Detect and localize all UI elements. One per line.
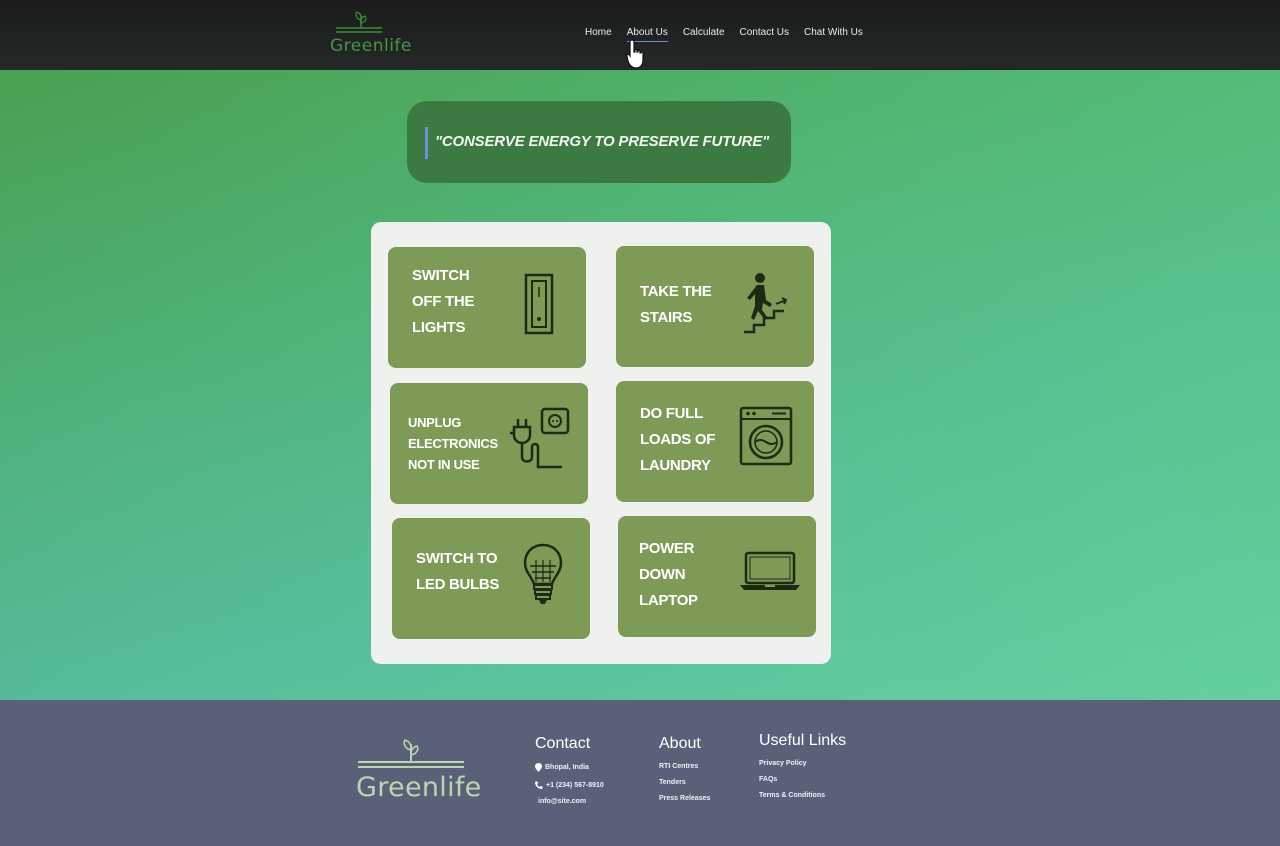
footer-useful-links-column: Useful Links Privacy Policy FAQs Terms &… (759, 732, 846, 808)
tip-card-take-stairs[interactable]: TAKE THE STAIRS (616, 246, 814, 367)
hero-section: "CONSERVE ENERGY TO PRESERVE FUTURE" SWI… (0, 70, 1280, 720)
quote-accent-bar (425, 127, 428, 159)
footer-link-rti-centres[interactable]: RTI Centres (659, 763, 710, 770)
energy-tips-panel: SWITCH OFF THE LIGHTS TAKE THE STAIRS UN… (371, 222, 831, 664)
nav-calculate[interactable]: Calculate (683, 27, 725, 42)
contact-email-text: info@site.com (538, 798, 587, 805)
footer-contact-heading: Contact (535, 735, 591, 752)
footer-link-privacy-policy[interactable]: Privacy Policy (759, 760, 846, 767)
map-pin-icon (535, 763, 542, 772)
tip-label: UNPLUG ELECTRONICS NOT IN USE (408, 415, 498, 472)
tip-label: SWITCH TO LED BULBS (416, 550, 500, 593)
tip-card-switch-off-lights[interactable]: SWITCH OFF THE LIGHTS (388, 247, 586, 368)
contact-location-text: Bhopal, India (545, 764, 589, 771)
footer-link-faqs[interactable]: FAQs (759, 776, 846, 783)
footer-contact-column: Contact Bhopal, India +1 (234) 567-8910 … (535, 735, 604, 814)
stairs-icon (744, 273, 788, 334)
contact-phone-text: +1 (234) 567-8910 (546, 781, 604, 789)
footer: Greenlife Contact Bhopal, India +1 (234)… (0, 700, 1280, 846)
tip-card-power-down-laptop[interactable]: POWER DOWN LAPTOP (618, 516, 816, 637)
tip-card-led-bulbs[interactable]: SWITCH TO LED BULBS (392, 518, 590, 639)
footer-logo[interactable]: Greenlife (356, 736, 481, 806)
tip-label: SWITCH OFF THE LIGHTS (412, 267, 475, 336)
contact-location: Bhopal, India (535, 763, 604, 772)
footer-logo-text: Greenlife (356, 772, 482, 803)
plant-logo-icon (336, 11, 382, 33)
quote-text: "CONSERVE ENERGY TO PRESERVE FUTURE" (435, 133, 770, 150)
footer-link-tenders[interactable]: Tenders (659, 779, 710, 786)
quote-banner: "CONSERVE ENERGY TO PRESERVE FUTURE" (407, 101, 791, 183)
footer-useful-links-heading: Useful Links (759, 732, 847, 749)
footer-about-column: About RTI Centres Tenders Press Releases (659, 735, 710, 811)
tip-card-full-laundry[interactable]: DO FULL LOADS OF LAUNDRY (616, 381, 814, 502)
nav-chat-with-us[interactable]: Chat With Us (804, 27, 863, 42)
contact-phone[interactable]: +1 (234) 567-8910 (535, 781, 604, 789)
nav-home[interactable]: Home (585, 27, 612, 42)
tip-card-unplug-electronics[interactable]: UNPLUG ELECTRONICS NOT IN USE (390, 383, 588, 504)
header-logo[interactable]: Greenlife (326, 8, 411, 58)
tip-label: TAKE THE STAIRS (640, 283, 712, 326)
tip-label: POWER DOWN LAPTOP (639, 540, 698, 609)
nav-contact-us[interactable]: Contact Us (740, 27, 789, 42)
tip-label: DO FULL LOADS OF LAUNDRY (640, 405, 716, 474)
led-bulb-icon (523, 543, 563, 604)
plant-logo-icon (358, 739, 464, 768)
washing-machine-icon (739, 406, 793, 466)
laptop-icon (740, 551, 800, 590)
footer-about-heading: About (659, 735, 701, 752)
plug-socket-icon (510, 407, 570, 469)
footer-link-terms[interactable]: Terms & Conditions (759, 792, 846, 799)
phone-icon (535, 781, 543, 789)
hand-pointer-icon (626, 39, 644, 69)
navbar: Greenlife Home About Us Calculate Contac… (0, 0, 1280, 70)
header-logo-text: Greenlife (330, 36, 412, 56)
footer-link-press-releases[interactable]: Press Releases (659, 795, 710, 802)
contact-email[interactable]: info@site.com (538, 798, 604, 805)
light-switch-icon (524, 273, 554, 335)
